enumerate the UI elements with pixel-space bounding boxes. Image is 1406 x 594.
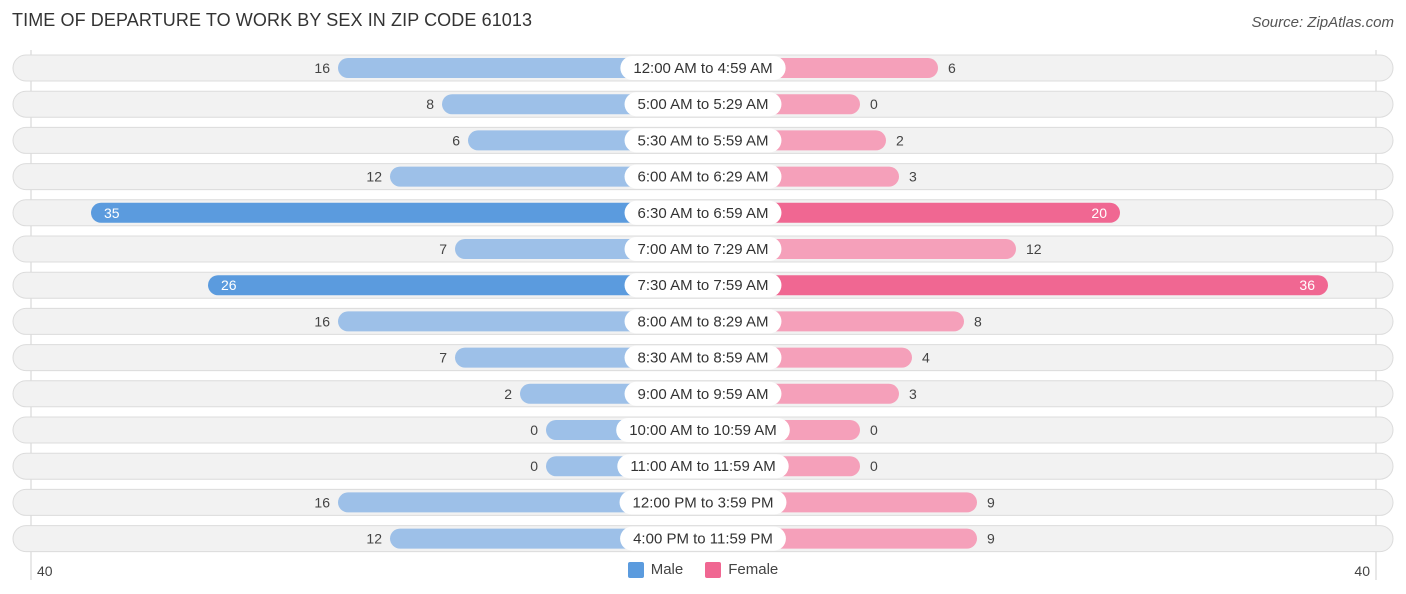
legend-label-male: Male	[650, 561, 684, 578]
category-label: 11:00 AM to 11:59 AM	[630, 458, 775, 475]
chart-row: 16 6 12:00 AM to 4:59 AM	[12, 54, 1394, 82]
chart-row: 7 4 8:30 AM to 8:59 AM	[12, 344, 1394, 372]
value-label-male: 35	[104, 205, 120, 221]
category-label: 5:30 AM to 5:59 AM	[638, 132, 769, 149]
category-label: 6:30 AM to 6:59 AM	[638, 205, 769, 222]
chart-row: 35 20 6:30 AM to 6:59 AM	[12, 199, 1394, 227]
legend-swatch-female	[705, 561, 722, 578]
legend: Male Female	[0, 561, 1406, 578]
legend-label-female: Female	[728, 561, 779, 578]
chart-row: 2 3 9:00 AM to 9:59 AM	[12, 380, 1394, 408]
value-label-male: 0	[530, 422, 538, 438]
chart-row: 8 0 5:00 AM to 5:29 AM	[12, 90, 1394, 118]
category-label: 7:30 AM to 7:59 AM	[638, 277, 769, 294]
category-label: 9:00 AM to 9:59 AM	[638, 386, 769, 403]
category-label: 12:00 PM to 3:59 PM	[633, 494, 774, 511]
value-label-female: 0	[870, 422, 878, 438]
value-label-male: 6	[452, 132, 460, 148]
value-label-male: 8	[426, 96, 434, 112]
category-label: 8:00 AM to 8:29 AM	[638, 313, 769, 330]
value-label-male: 12	[366, 531, 382, 547]
bar-female	[703, 275, 1328, 296]
value-label-female: 3	[909, 386, 917, 402]
value-label-male: 0	[530, 458, 538, 474]
value-label-female: 0	[870, 458, 878, 474]
category-label: 5:00 AM to 5:29 AM	[638, 96, 769, 113]
legend-item-female: Female	[705, 561, 778, 578]
value-label-male: 2	[504, 386, 512, 402]
bar-male	[91, 202, 703, 223]
chart-row: 16 8 8:00 AM to 8:29 AM	[12, 307, 1394, 335]
value-label-male: 16	[314, 313, 330, 329]
value-label-female: 9	[987, 494, 995, 510]
chart-row: 6 2 5:30 AM to 5:59 AM	[12, 126, 1394, 154]
value-label-male: 12	[366, 169, 382, 185]
chart-row: 26 36 7:30 AM to 7:59 AM	[12, 271, 1394, 299]
value-label-female: 20	[1091, 205, 1107, 221]
diverging-bar-chart: 16 6 12:00 AM to 4:59 AM 8 0 5:00 AM to 5:29 …	[12, 50, 1394, 580]
chart-row: 7 12 7:00 AM to 7:29 AM	[12, 235, 1394, 263]
value-label-female: 0	[870, 96, 878, 112]
chart-row: 16 9 12:00 PM to 3:59 PM	[12, 488, 1394, 516]
chart-row: 12 3 6:00 AM to 6:29 AM	[12, 163, 1394, 191]
chart-row: 0 0 10:00 AM to 10:59 AM	[12, 416, 1394, 444]
value-label-male: 26	[221, 277, 237, 293]
legend-swatch-male	[627, 561, 644, 578]
value-label-female: 8	[974, 313, 982, 329]
category-label: 7:00 AM to 7:29 AM	[638, 241, 769, 258]
category-label: 8:30 AM to 8:59 AM	[638, 350, 769, 367]
value-label-female: 9	[987, 531, 995, 547]
value-label-female: 36	[1299, 277, 1315, 293]
value-label-female: 6	[948, 60, 956, 76]
value-label-female: 4	[922, 350, 930, 366]
value-label-male: 7	[439, 241, 447, 257]
value-label-male: 16	[314, 494, 330, 510]
value-label-female: 12	[1026, 241, 1042, 257]
value-label-male: 16	[314, 60, 330, 76]
value-label-female: 3	[909, 169, 917, 185]
category-label: 12:00 AM to 4:59 AM	[633, 60, 772, 77]
legend-item-male: Male	[627, 561, 684, 578]
value-label-female: 2	[896, 132, 904, 148]
chart-row: 12 9 4:00 PM to 11:59 PM	[12, 525, 1394, 553]
category-label: 6:00 AM to 6:29 AM	[638, 169, 769, 186]
value-label-male: 7	[439, 350, 447, 366]
category-label: 4:00 PM to 11:59 PM	[633, 531, 773, 548]
category-label: 10:00 AM to 10:59 AM	[629, 422, 777, 439]
chart-row: 0 0 11:00 AM to 11:59 AM	[12, 452, 1394, 480]
